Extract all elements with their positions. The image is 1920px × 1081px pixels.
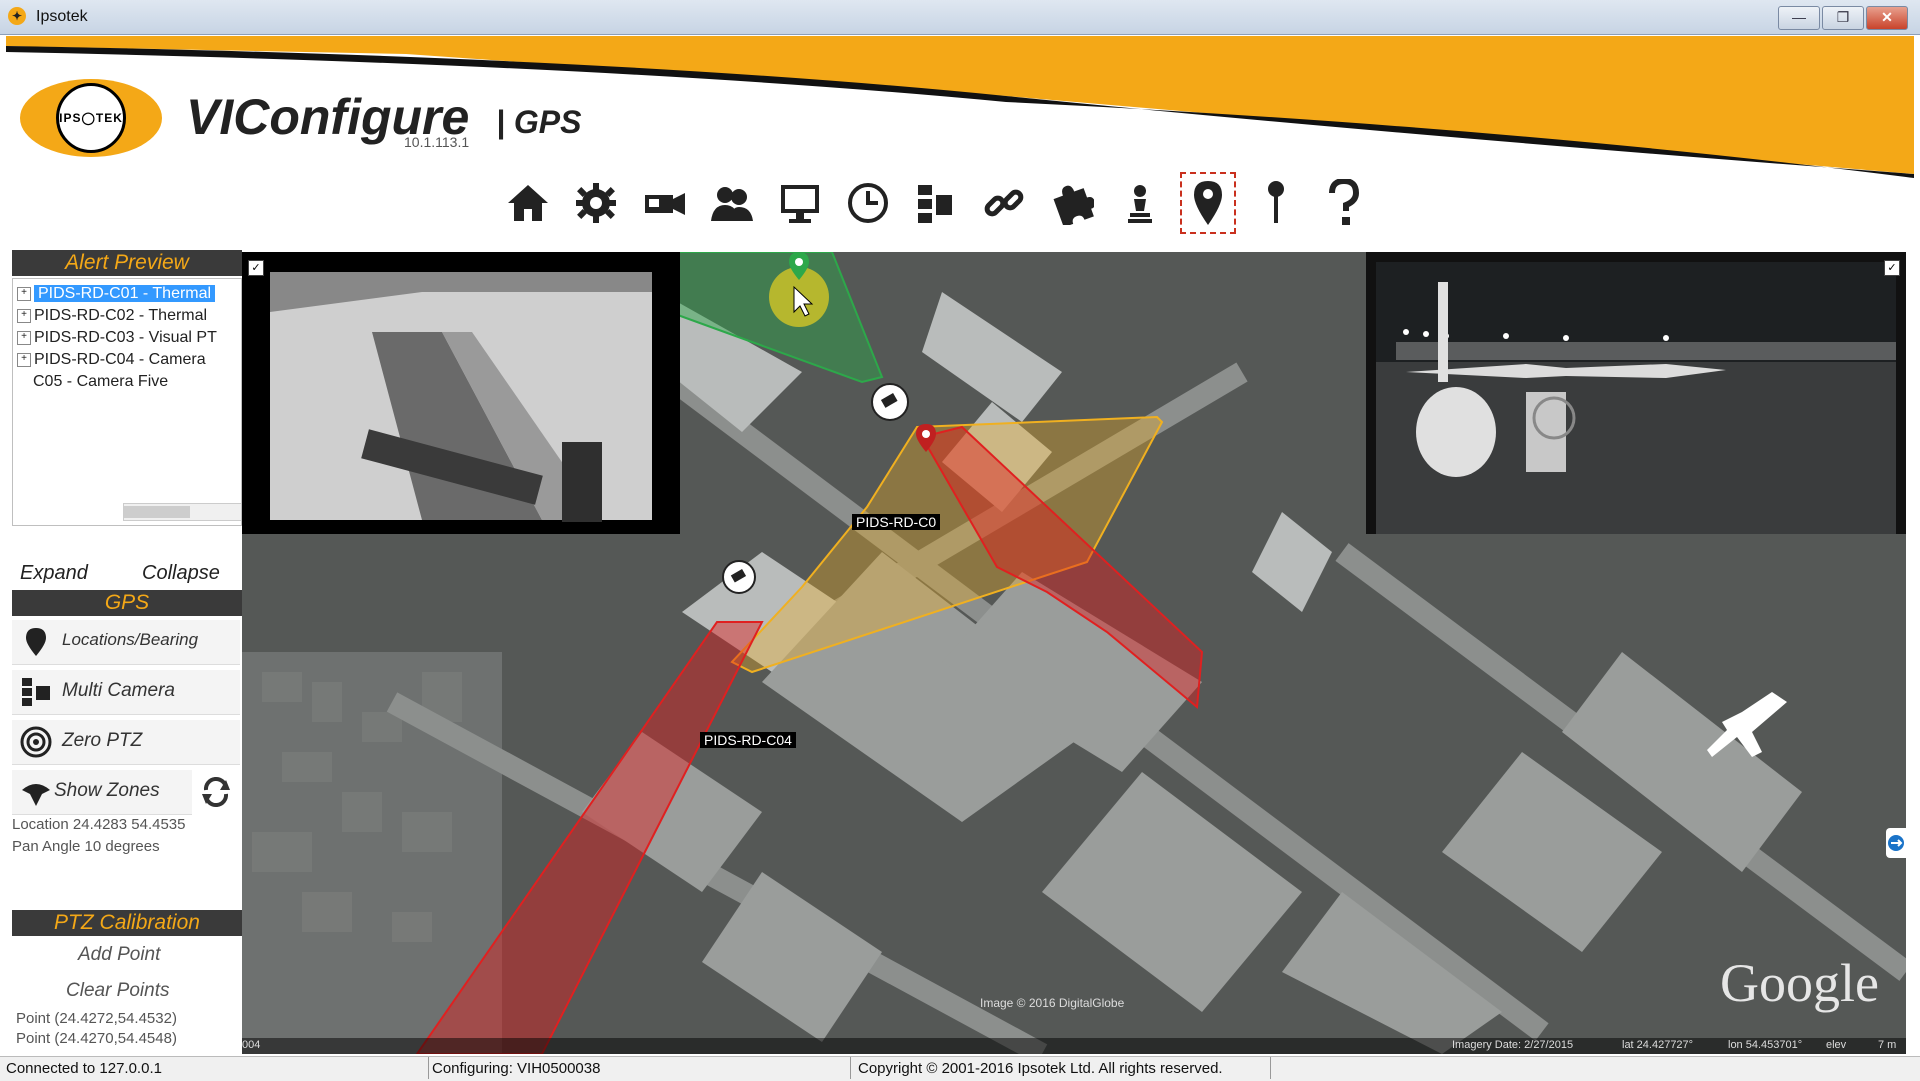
link-icon[interactable] xyxy=(976,172,1032,234)
location-info: Location 24.4283 54.4535 xyxy=(12,816,186,833)
map-pin-icon[interactable] xyxy=(1180,172,1236,234)
expand-icon[interactable]: + xyxy=(17,286,31,301)
pan-angle-info: Pan Angle 10 degrees xyxy=(12,838,160,855)
tree-hscrollbar[interactable] xyxy=(123,503,241,521)
tree-item-label: C05 - Camera Five xyxy=(33,373,169,390)
expand-icon[interactable]: + xyxy=(17,308,31,323)
latitude-readout: lat 24.427727° xyxy=(1622,1039,1694,1051)
alert-preview-header: Alert Preview xyxy=(12,250,242,276)
tree-item-c03[interactable]: + PIDS-RD-C03 - Visual PT xyxy=(17,327,217,349)
google-logo: Google xyxy=(1720,953,1879,1013)
home-icon[interactable] xyxy=(500,172,556,234)
minimize-button[interactable]: — xyxy=(1778,6,1820,30)
video-preview-thermal[interactable]: ✓ xyxy=(242,252,680,534)
elevation-value: 7 m xyxy=(1878,1039,1897,1051)
close-button[interactable]: ✕ xyxy=(1866,6,1908,30)
teamviewer-icon xyxy=(1888,835,1904,851)
clear-points-button[interactable]: Clear Points xyxy=(66,980,170,1002)
copyright-text: Copyright © 2001-2016 Ipsotek Ltd. All r… xyxy=(858,1060,1223,1077)
configuring-status: Configuring: VIH0500038 xyxy=(432,1060,601,1077)
pin-icon xyxy=(26,628,46,656)
show-zones-button[interactable]: Show Zones xyxy=(12,770,192,815)
button-label: Zero PTZ xyxy=(62,730,143,751)
thermal-feed xyxy=(242,252,680,534)
zones-icon xyxy=(22,784,50,806)
multi-camera-icon xyxy=(22,678,50,706)
zero-ptz-button[interactable]: Zero PTZ xyxy=(12,720,240,765)
imagery-date: Imagery Date: 2/27/2015 xyxy=(1452,1039,1574,1051)
tree-item-c05[interactable]: C05 - Camera Five xyxy=(33,371,168,393)
gps-header: GPS xyxy=(12,590,242,616)
help-icon[interactable] xyxy=(1316,172,1372,234)
imagery-credit: Image © 2016 DigitalGlobe xyxy=(980,996,1125,1010)
tree-item-c02[interactable]: + PIDS-RD-C02 - Thermal xyxy=(17,305,207,327)
elevation-label: elev xyxy=(1826,1039,1847,1051)
tree-item-label: PIDS-RD-C03 - Visual PT xyxy=(34,329,217,346)
map-info-bar: 004 Imagery Date: 2/27/2015 lat 24.42772… xyxy=(242,1038,1906,1054)
status-divider xyxy=(850,1057,851,1079)
connection-status: Connected to 127.0.0.1 xyxy=(6,1060,162,1077)
camera-tree: + PIDS-RD-C01 - Thermal + PIDS-RD-C02 - Th… xyxy=(12,278,242,526)
app-icon: ✦ xyxy=(8,7,26,25)
button-label: Locations/Bearing xyxy=(62,630,199,649)
button-label: Show Zones xyxy=(54,780,160,801)
camera-icon[interactable] xyxy=(636,172,692,234)
app-version: 10.1.113.1 xyxy=(404,134,470,150)
tree-item-label: PIDS-RD-C04 - Camera xyxy=(34,351,206,368)
preview-checkbox[interactable]: ✓ xyxy=(1884,260,1900,276)
collapse-button[interactable]: Collapse xyxy=(142,562,220,585)
target-icon xyxy=(20,726,52,758)
location-pin-icon[interactable] xyxy=(1248,172,1304,234)
logo-text: IPS◯TEK xyxy=(56,83,126,153)
visual-feed xyxy=(1366,252,1906,534)
multi-camera-button[interactable]: Multi Camera xyxy=(12,670,240,715)
monitor-icon[interactable] xyxy=(772,172,828,234)
multi-camera-icon[interactable] xyxy=(908,172,964,234)
status-divider xyxy=(428,1057,429,1079)
status-bar: Connected to 127.0.0.1 Configuring: VIH0… xyxy=(0,1056,1920,1081)
locations-bearing-button[interactable]: Locations/Bearing xyxy=(12,620,240,665)
ipsotek-logo: IPS◯TEK xyxy=(20,79,162,157)
calibration-point: Point (24.4270,54.4548) xyxy=(16,1030,177,1047)
satellite-map[interactable]: ✓ ✓ PIDS-RD-C0 PIDS-RD-C04 Image © 2016 … xyxy=(242,252,1906,1054)
expand-button[interactable]: Expand xyxy=(20,562,88,585)
expand-icon[interactable]: + xyxy=(17,330,31,345)
refresh-icon[interactable] xyxy=(200,776,232,808)
scale-label: 004 xyxy=(242,1039,261,1051)
longitude-readout: lon 54.453701° xyxy=(1728,1039,1803,1051)
video-preview-visual[interactable]: ✓ xyxy=(1366,252,1906,534)
tree-item-c04[interactable]: + PIDS-RD-C04 - Camera xyxy=(17,349,206,371)
expand-icon[interactable]: + xyxy=(17,352,31,367)
puzzle-icon[interactable] xyxy=(1044,172,1100,234)
window-title: Ipsotek xyxy=(36,8,88,25)
title-bar: ✦ Ipsotek — ❐ ✕ xyxy=(0,0,1920,35)
teamviewer-tab[interactable] xyxy=(1886,828,1906,858)
tree-item-c01[interactable]: + PIDS-RD-C01 - Thermal xyxy=(17,283,216,305)
gear-icon[interactable] xyxy=(568,172,624,234)
tree-item-label: PIDS-RD-C02 - Thermal xyxy=(34,307,208,324)
scroll-thumb[interactable] xyxy=(124,506,190,518)
camera-label[interactable]: PIDS-RD-C04 xyxy=(700,732,796,748)
chess-pawn-icon[interactable] xyxy=(1112,172,1168,234)
preview-checkbox[interactable]: ✓ xyxy=(248,260,264,276)
app-subtitle: | GPS xyxy=(496,104,582,140)
button-label: Multi Camera xyxy=(62,680,175,701)
restore-button[interactable]: ❐ xyxy=(1822,6,1864,30)
ptz-calibration-header: PTZ Calibration xyxy=(12,910,242,936)
clock-icon[interactable] xyxy=(840,172,896,234)
calibration-point: Point (24.4272,54.4532) xyxy=(16,1010,177,1027)
users-icon[interactable] xyxy=(704,172,760,234)
status-divider xyxy=(1270,1057,1271,1079)
add-point-button[interactable]: Add Point xyxy=(78,944,160,966)
left-panel: Alert Preview + PIDS-RD-C01 - Thermal + PI… xyxy=(12,250,242,1050)
tree-item-label: PIDS-RD-C01 - Thermal xyxy=(34,285,216,302)
camera-label[interactable]: PIDS-RD-C0 xyxy=(852,514,941,530)
